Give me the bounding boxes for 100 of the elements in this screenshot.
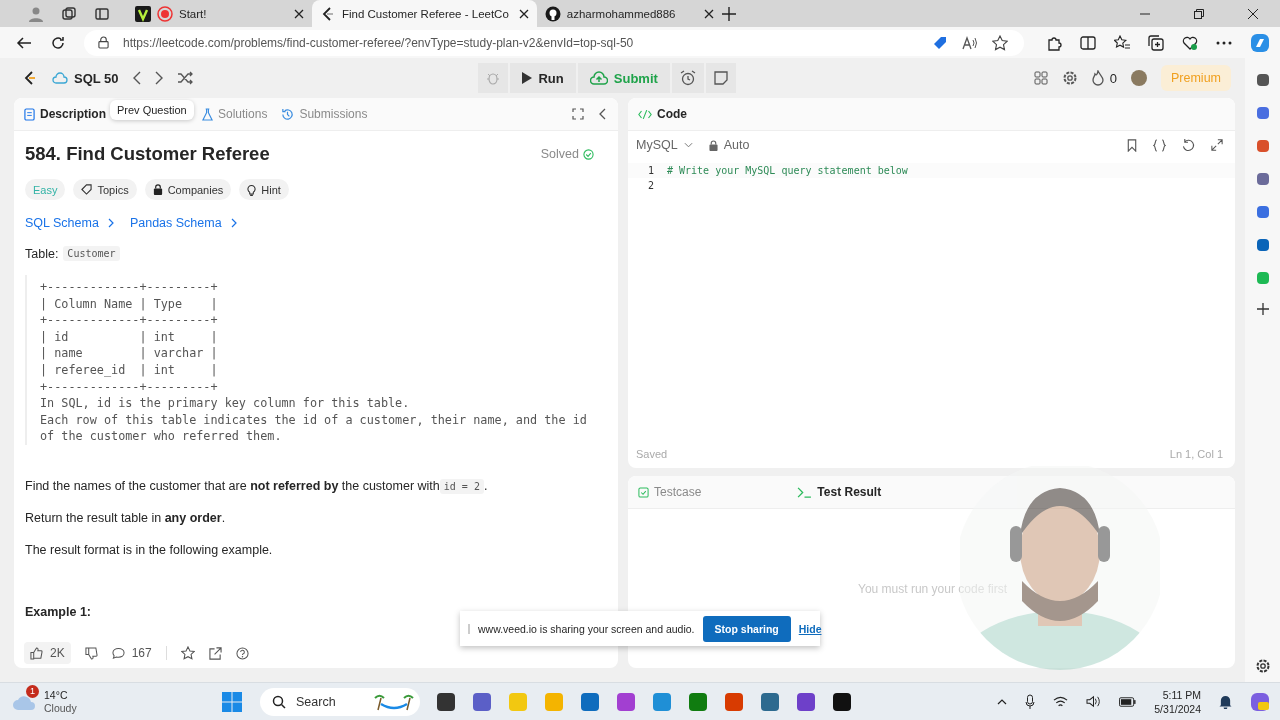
temperature: 14°C	[44, 688, 69, 702]
puzzle-icon[interactable]	[1046, 34, 1062, 51]
sharing-message: www.veed.io is sharing your screen and audio.	[478, 622, 695, 635]
add-icon[interactable]	[1256, 303, 1269, 315]
v-logo-icon	[135, 5, 151, 22]
heart-icon[interactable]	[1182, 34, 1198, 51]
like-button[interactable]: 2K	[24, 642, 71, 664]
grid-icon[interactable]	[1033, 71, 1048, 85]
chevron-left-icon[interactable]	[132, 71, 141, 85]
flame-icon	[1091, 70, 1104, 86]
code-icon	[638, 108, 652, 120]
notification-badge: 1	[26, 684, 39, 698]
code-tab[interactable]: Code	[638, 107, 687, 121]
table-name: Customer	[63, 246, 120, 261]
split-screen-icon[interactable]	[1080, 34, 1096, 51]
bell-icon[interactable]	[1219, 694, 1232, 709]
close-icon[interactable]	[294, 8, 304, 19]
streak-count: 0	[1109, 70, 1117, 86]
topic-tag[interactable]: Companies	[144, 179, 232, 200]
line-number: 2	[646, 180, 654, 191]
clock-time: 5:11 PM	[1162, 687, 1201, 702]
more-icon[interactable]	[1216, 40, 1232, 45]
refresh-icon[interactable]	[50, 34, 66, 51]
help-icon[interactable]	[235, 646, 249, 660]
workspaces-icon[interactable]	[61, 5, 77, 22]
chevron-down-icon	[683, 142, 693, 148]
run-button[interactable]: Run	[510, 63, 576, 93]
start-icon[interactable]	[222, 691, 242, 712]
chevron-right-icon	[107, 218, 114, 228]
tooltip: Prev Question	[110, 100, 194, 120]
study-plan-button[interactable]: SQL 50	[52, 70, 119, 86]
favorites-icon[interactable]	[1114, 34, 1130, 51]
collapse-icon[interactable]	[598, 108, 606, 120]
panel-tab[interactable]: Test Result	[797, 485, 882, 499]
browser-tab[interactable]: Start!	[127, 0, 312, 27]
read-aloud-icon[interactable]	[962, 34, 978, 51]
language-dropdown[interactable]: MySQL	[636, 138, 693, 152]
alarm-clock-icon[interactable]	[679, 70, 696, 86]
url-text: https://leetcode.com/problems/find-customer-referee/?envType=study-plan-v2&envId=top-sql-50	[123, 35, 634, 50]
line-number: 1	[646, 165, 654, 176]
check-circle-icon	[583, 148, 594, 160]
shuffle-icon[interactable]	[176, 71, 193, 85]
panel-tab[interactable]: Description	[24, 107, 106, 121]
streak-counter[interactable]: 0	[1091, 70, 1117, 86]
play-icon	[522, 72, 533, 84]
tab-list-icon[interactable]	[94, 5, 110, 22]
close-icon[interactable]	[703, 8, 714, 19]
lock-icon	[152, 184, 163, 195]
description-text: The result format is in the following example.	[25, 542, 274, 557]
avatar[interactable]	[1131, 70, 1147, 86]
chevron-right-icon[interactable]	[154, 71, 163, 85]
checkbox-icon	[638, 486, 649, 498]
collections-icon[interactable]	[1148, 34, 1164, 51]
description-text: Return the result table in any order.	[25, 510, 227, 525]
star-icon[interactable]	[180, 646, 195, 660]
cursor-position: Ln 1, Col 1	[1169, 448, 1223, 460]
dislike-icon[interactable]	[84, 646, 98, 660]
fullscreen-icon[interactable]	[572, 108, 584, 120]
weather-condition: Cloudy	[44, 701, 77, 715]
document-icon	[24, 107, 35, 121]
description-text: Find the names of the customer that are not referred by the customer with id = 2 .	[25, 478, 489, 493]
expand-icon[interactable]	[1211, 139, 1223, 151]
restore-icon[interactable]	[1194, 8, 1204, 19]
microphone-icon[interactable]	[1025, 693, 1036, 710]
chevron-up-icon[interactable]	[997, 698, 1008, 705]
star-icon[interactable]	[992, 34, 1008, 51]
wifi-icon[interactable]	[1053, 695, 1069, 708]
browser-tab[interactable]: Find Customer Referee - LeetCo	[312, 0, 537, 27]
volume-icon[interactable]	[1086, 695, 1102, 708]
schema-link[interactable]: Pandas Schema	[129, 216, 237, 230]
new-tab-icon[interactable]	[721, 6, 736, 21]
table-label: Table:	[25, 246, 59, 261]
close-icon[interactable]	[518, 8, 529, 19]
solved-status: Solved	[540, 147, 579, 161]
record-icon	[157, 5, 173, 22]
stop-sharing-button[interactable]: Stop sharing	[702, 615, 791, 642]
auto-mode[interactable]: Auto	[708, 138, 750, 152]
share-icon[interactable]	[208, 646, 222, 660]
note-icon[interactable]	[713, 71, 728, 85]
speech-bubble-icon	[111, 646, 125, 660]
settings-icon[interactable]	[1254, 658, 1271, 674]
close-icon[interactable]	[1248, 8, 1258, 19]
comments-button[interactable]: 167	[111, 646, 152, 660]
settings-icon[interactable]	[1061, 70, 1078, 86]
reset-icon[interactable]	[1182, 138, 1195, 152]
back-icon[interactable]	[16, 34, 32, 51]
schema-link[interactable]: SQL Schema	[25, 216, 114, 230]
search-field[interactable]: Search	[260, 687, 420, 716]
code-editor[interactable]: 1 # Write your MySQL query statement below 2	[628, 159, 1235, 440]
bookmark-icon[interactable]	[1127, 138, 1137, 152]
braces-icon[interactable]	[1153, 138, 1166, 152]
github-icon	[544, 5, 561, 22]
topic-tag[interactable]: Topics	[73, 179, 137, 200]
topic-tag[interactable]: Hint	[239, 179, 289, 200]
battery-icon[interactable]	[1119, 696, 1137, 707]
hide-link[interactable]: Hide	[798, 622, 822, 635]
browser-tab[interactable]: azharmohammed886	[536, 0, 722, 27]
plan-name: SQL 50	[74, 70, 119, 86]
chevron-right-icon	[230, 218, 237, 228]
address-bar[interactable]: https://leetcode.com/problems/find-customer-referee/?envType=study-plan-v2&envId=top-sql-50	[84, 29, 1024, 56]
